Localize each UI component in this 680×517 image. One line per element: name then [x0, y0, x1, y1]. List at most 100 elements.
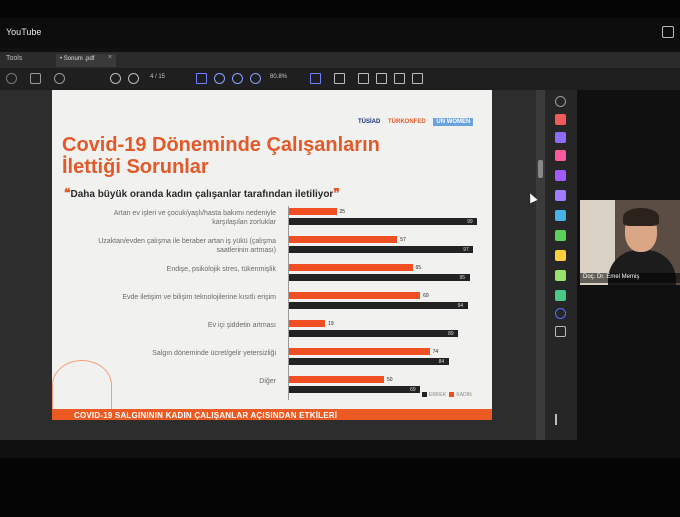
page-down-icon[interactable] [128, 73, 139, 84]
export-pdf-icon[interactable] [555, 114, 566, 125]
category-label: Evde iletişim ve bilişim teknolojilerine… [122, 294, 276, 301]
account-area [580, 52, 680, 68]
data-label: 95 [459, 275, 466, 281]
compress-icon[interactable] [555, 230, 566, 241]
hand-tool-icon[interactable] [214, 73, 225, 84]
comment-tool-icon[interactable] [555, 170, 566, 181]
zoom-out-icon[interactable] [232, 73, 243, 84]
youtube-top-bar: YouTube [0, 18, 680, 48]
search-icon[interactable] [54, 73, 65, 84]
print-production-icon[interactable] [555, 290, 566, 301]
data-label: 74 [432, 349, 439, 355]
data-label: 25 [339, 209, 346, 215]
bar-male [289, 274, 470, 281]
pdf-tab-bar: Tools • Sonum .pdf × [0, 52, 580, 68]
bar-female [289, 348, 430, 355]
zoom-level[interactable]: 80.8% [270, 74, 287, 80]
title-line-1: Covid-19 Döneminde Çalışanların [62, 134, 380, 156]
bar-male [289, 330, 459, 337]
logo-tusiad: TÜSİAD [358, 119, 381, 125]
print-icon[interactable] [30, 73, 41, 84]
sponsor-logos: TÜSİAD TÜRKONFED UN WOMEN [358, 118, 474, 126]
data-label: 99 [467, 219, 473, 225]
data-label: 89 [448, 331, 454, 337]
fit-page-icon[interactable] [310, 73, 321, 84]
data-label: 57 [400, 237, 406, 243]
fullscreen-icon[interactable] [662, 26, 674, 38]
share-icon[interactable] [412, 73, 423, 84]
home-icon[interactable] [6, 73, 17, 84]
keyboard-icon[interactable] [334, 73, 345, 84]
comment-icon[interactable] [358, 73, 369, 84]
edit-pdf-icon[interactable] [555, 132, 566, 143]
slide-footer: COVID-19 SALGINININ KADIN ÇALIŞANLAR AÇI… [52, 409, 492, 420]
data-label: 19 [328, 321, 334, 327]
data-label: 94 [457, 303, 464, 309]
slide-page: TÜSİAD TÜRKONFED UN WOMEN Covid-19 Dönem… [52, 90, 492, 420]
legend-female-swatch [449, 392, 455, 398]
vertical-scrollbar[interactable] [536, 90, 545, 440]
tools-sidebar [545, 90, 577, 440]
logo-un-women: UN WOMEN [433, 118, 474, 126]
close-tab-icon[interactable]: × [108, 54, 112, 61]
data-label: 69 [423, 293, 429, 299]
toolbar-right-area [580, 68, 680, 90]
send-review-icon[interactable] [555, 270, 566, 281]
legend-female-label: KADIN [456, 392, 472, 398]
category-label: Ev içi şiddetin artması [207, 322, 276, 329]
bar-male [289, 358, 449, 365]
quote-close-icon: ❞ [333, 186, 340, 200]
document-tab[interactable]: • Sonum .pdf [56, 54, 116, 67]
data-label: 69 [410, 387, 416, 393]
bar-male [289, 302, 468, 309]
subtitle-text: Daha büyük oranda kadın çalışanlar taraf… [70, 189, 334, 200]
sign-icon[interactable] [394, 73, 405, 84]
speaker-name: Doç. Dr. Emel Memiş [580, 273, 680, 283]
bar-female [289, 320, 326, 327]
youtube-title[interactable]: YouTube [6, 27, 41, 37]
zoom-icon[interactable] [555, 96, 566, 107]
pdf-toolbar: 4 / 15 80.8% [0, 68, 580, 90]
legend-male-swatch [422, 392, 427, 398]
slide-title: Covid-19 Döneminde Çalışanların İlettiği… [62, 134, 380, 178]
category-label: Artan ev işleri ve çocuk/yaşlı/hasta bak… [113, 210, 276, 226]
bar-male [289, 386, 421, 393]
bar-female [289, 264, 413, 271]
data-label: 84 [438, 359, 445, 365]
organize-pages-icon[interactable] [555, 210, 566, 221]
category-label: Uzaktan/evden çalışma ile beraber artan … [98, 238, 276, 254]
protect-icon[interactable] [555, 250, 566, 261]
webcam-feed: Doç. Dr. Emel Memiş [580, 200, 680, 285]
customize-icon[interactable] [555, 326, 566, 337]
speaker-hair [623, 208, 659, 226]
bar-female [289, 236, 398, 243]
bar-female [289, 376, 384, 383]
bar-male [289, 218, 478, 225]
more-tools-icon[interactable] [555, 308, 566, 319]
title-line-2: İlettiği Sorunlar [62, 156, 209, 178]
bar-male [289, 246, 474, 253]
logo-turkonfed: TÜRKONFED [388, 119, 426, 125]
pen-icon[interactable] [376, 73, 387, 84]
zoom-in-icon[interactable] [250, 73, 261, 84]
chart-legend: ERKEK KADIN [420, 392, 472, 398]
bar-female [289, 292, 421, 299]
page-up-icon[interactable] [110, 73, 121, 84]
bar-female [289, 208, 337, 215]
category-label: Salgın döneminde ücret/gelir yetersizliğ… [152, 350, 276, 357]
select-tool-icon[interactable] [196, 73, 207, 84]
category-label: Diğer [259, 378, 276, 385]
data-label: 50 [387, 377, 393, 383]
slide-subtitle: ❝Daha büyük oranda kadın çalışanlar tara… [64, 186, 340, 200]
fill-sign-icon[interactable] [555, 190, 566, 201]
scroll-thumb[interactable] [538, 160, 543, 178]
page-indicator[interactable]: 4 / 15 [150, 74, 165, 80]
data-label: 97 [463, 247, 469, 253]
collapse-panel-icon[interactable] [555, 414, 566, 425]
bottom-bezel [0, 458, 680, 517]
legend-male-label: ERKEK [429, 392, 446, 398]
data-label: 65 [415, 265, 422, 271]
create-pdf-icon[interactable] [555, 150, 566, 161]
tools-tab[interactable]: Tools [6, 55, 22, 62]
category-label: Endişe, psikolojik stres, tükenmişlik [166, 266, 276, 273]
